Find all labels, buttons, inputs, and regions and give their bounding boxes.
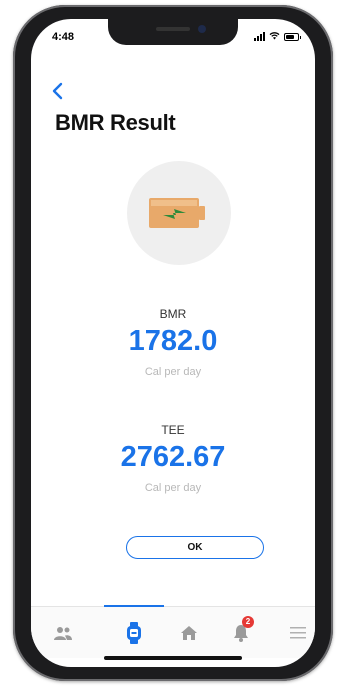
watch-icon	[127, 622, 141, 644]
tab-watch[interactable]	[122, 621, 146, 645]
bmr-unit: Cal per day	[144, 366, 202, 378]
page-title: BMR Result	[55, 110, 176, 135]
tee-value: 2762.67	[120, 441, 226, 473]
ok-button[interactable]: OK	[126, 536, 264, 559]
home-icon	[181, 626, 197, 640]
status-time: 4:48	[52, 31, 75, 43]
tab-users[interactable]	[51, 621, 75, 645]
chevron-left-icon	[52, 82, 63, 100]
menu-icon	[290, 627, 306, 639]
screen: 4:48 BMR Result BMR 1782.0 Cal per day T…	[31, 19, 315, 667]
tab-bar: 2	[31, 605, 315, 658]
result-icon-container	[127, 161, 231, 265]
signal-icon	[254, 32, 265, 41]
speaker	[156, 27, 190, 31]
users-icon	[54, 627, 72, 640]
front-camera	[198, 25, 206, 33]
active-tab-indicator	[104, 605, 164, 607]
status-icons	[254, 31, 301, 42]
tee-section: TEE 2762.67 Cal per day	[31, 423, 315, 494]
battery-status-icon	[284, 32, 301, 41]
back-button[interactable]	[51, 82, 65, 102]
notification-badge: 2	[242, 616, 254, 628]
tab-menu[interactable]	[286, 621, 310, 645]
tee-unit: Cal per day	[144, 482, 202, 494]
wifi-icon	[269, 31, 280, 42]
bmr-value: 1782.0	[128, 325, 218, 357]
tab-notifications[interactable]: 2	[229, 616, 254, 645]
phone-frame: 4:48 BMR Result BMR 1782.0 Cal per day T…	[13, 5, 333, 681]
home-indicator[interactable]	[104, 656, 242, 660]
notch	[108, 19, 238, 45]
bmr-section: BMR 1782.0 Cal per day	[31, 307, 315, 378]
battery-charging-icon	[149, 198, 205, 228]
bmr-label: BMR	[159, 307, 187, 321]
tee-label: TEE	[161, 423, 185, 437]
tab-home[interactable]	[177, 621, 201, 645]
